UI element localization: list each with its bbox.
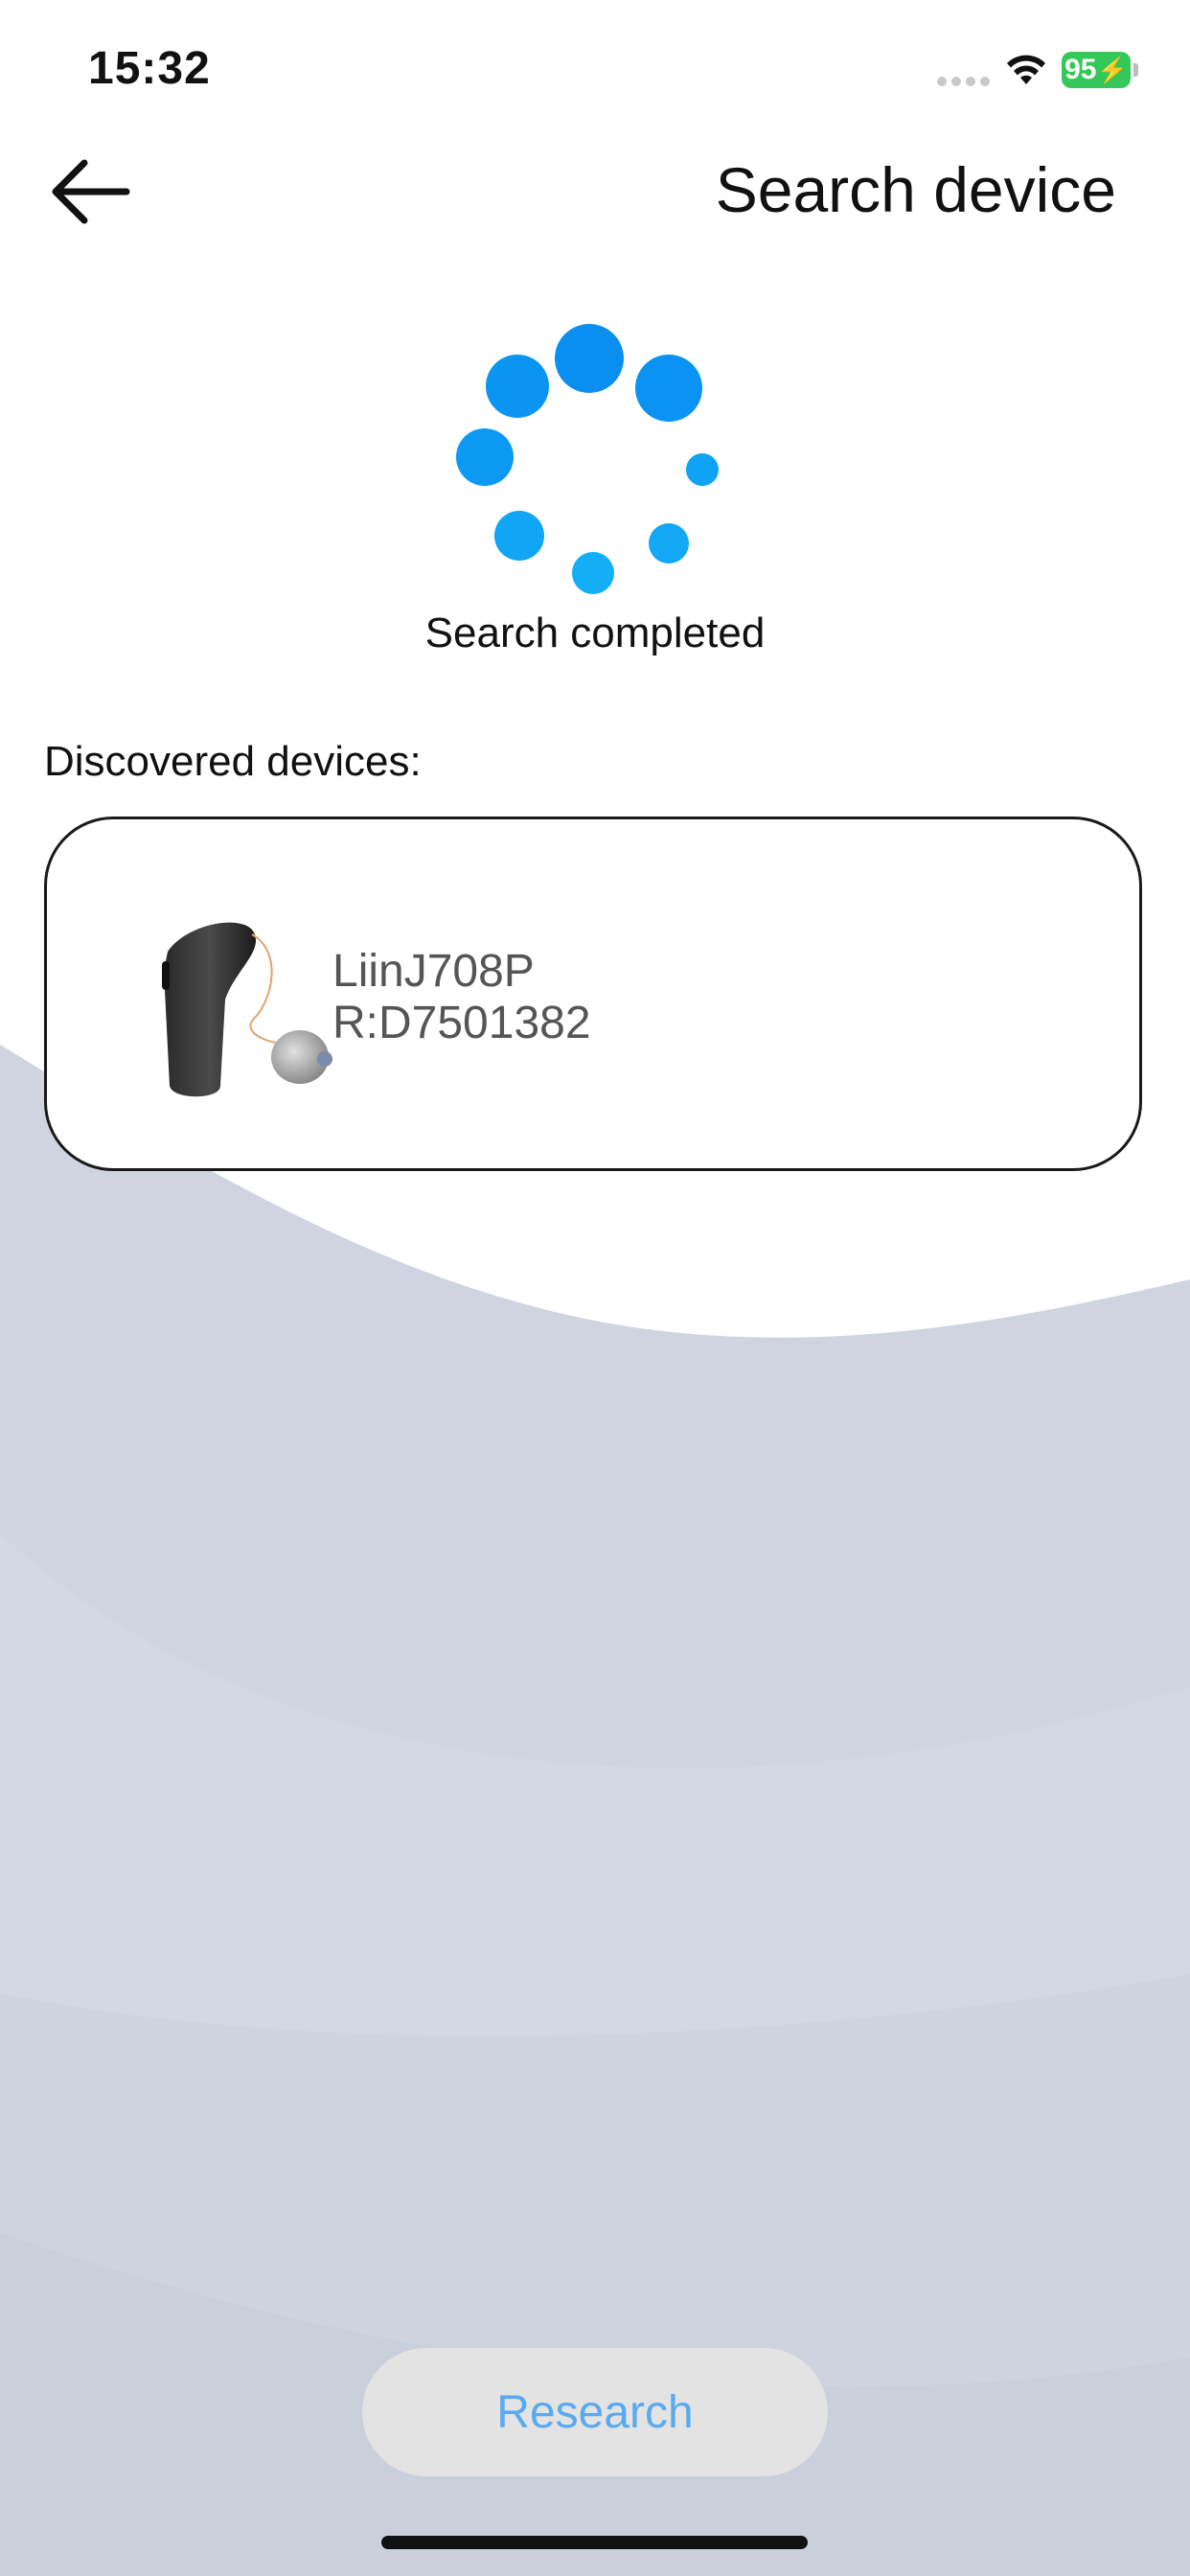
header: Search device bbox=[0, 144, 1190, 240]
search-status: Search completed bbox=[424, 610, 766, 656]
home-indicator bbox=[381, 2536, 808, 2549]
status-time: 15:32 bbox=[88, 43, 211, 94]
status-bar: 15:32 95 ⚡ bbox=[0, 0, 1190, 144]
arrow-left-icon bbox=[52, 159, 130, 224]
device-serial: R:D7501382 bbox=[332, 998, 591, 1048]
device-card[interactable]: LiinJ708P R:D7501382 bbox=[44, 816, 1142, 1171]
hearing-aid-icon bbox=[162, 922, 332, 1097]
discovered-devices-label: Discovered devices: bbox=[44, 738, 422, 785]
research-button[interactable]: Research bbox=[362, 2348, 828, 2476]
device-info: LiinJ708P R:D7501382 bbox=[332, 946, 591, 1049]
loading-spinner-icon bbox=[456, 324, 719, 594]
page-title: Search device bbox=[715, 154, 1116, 225]
battery-tip bbox=[1133, 63, 1138, 77]
battery-level: 95 bbox=[1064, 54, 1097, 85]
back-button[interactable] bbox=[48, 153, 134, 230]
battery-icon: 95 ⚡ bbox=[1062, 52, 1131, 88]
device-name: LiinJ708P bbox=[332, 946, 535, 997]
cellular-signal-icon bbox=[937, 77, 990, 86]
wifi-icon bbox=[1007, 55, 1045, 84]
